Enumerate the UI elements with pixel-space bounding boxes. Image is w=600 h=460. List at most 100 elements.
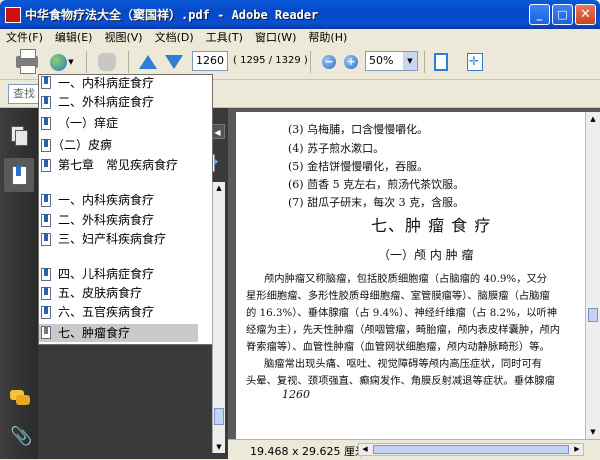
paperclip-icon[interactable]: 📎	[10, 426, 32, 447]
fit-page-button[interactable]	[430, 50, 452, 74]
bookmark-item[interactable]: 三、妇产科疾病食疗	[39, 231, 198, 264]
arrow-up-icon	[139, 55, 157, 69]
page-number-input[interactable]: 1260	[192, 51, 228, 71]
zoom-value: 50%	[369, 54, 394, 67]
scroll-thumb[interactable]	[588, 308, 598, 322]
bookmark-icon	[41, 76, 51, 89]
bookmark-icon	[41, 233, 51, 246]
paragraph-line: 脊索瘤等）、血管性肿瘤（血管网状细胞瘤，颅内动静脉畸形）等。	[246, 341, 550, 353]
menu-document[interactable]: 文档(D)	[149, 29, 200, 45]
fit-window-button[interactable]	[464, 50, 486, 74]
pages-icon[interactable]	[10, 126, 28, 146]
scroll-up-icon[interactable]: ▲	[213, 182, 225, 194]
scroll-thumb[interactable]	[373, 445, 569, 454]
page-footer-number: 1260	[282, 388, 310, 401]
document-scrollbar[interactable]: ▲ ▼	[585, 112, 600, 439]
globe-icon	[50, 53, 68, 71]
hand-tool-button[interactable]	[94, 50, 120, 74]
page-dimensions: 19.468 x 29.625 厘米	[250, 445, 366, 458]
bookmark-icon	[41, 326, 51, 339]
page-count: ( 1295 / 1329 )	[233, 55, 308, 66]
bookmark-item[interactable]: 一、内科疾病食疗	[39, 192, 198, 209]
paragraph-line: 经瘤为主），先天性肿瘤（颅咽管瘤，畸胎瘤，颅内表皮样囊肿，颅内	[246, 324, 561, 336]
previous-page-button[interactable]	[138, 50, 158, 74]
bookmark-icon	[41, 194, 51, 207]
navigation-rail: 📎	[0, 108, 38, 459]
bookmarks-scrollbar[interactable]: ▲ ▼	[212, 182, 225, 453]
text-line: (3) 乌梅脯，口含慢慢嚼化。	[288, 123, 429, 136]
title-bar: 中华食物疗法大全（窦国祥）.pdf - Adobe Reader _ □ ✕	[0, 0, 600, 29]
scroll-down-icon[interactable]: ▼	[586, 425, 600, 439]
scroll-up-icon[interactable]: ▲	[586, 112, 600, 126]
bookmark-item[interactable]: 二、外科疾病食疗	[39, 212, 198, 229]
chevron-down-icon: ▼	[68, 58, 74, 66]
menu-view[interactable]: 视图(V)	[98, 29, 148, 45]
bookmark-list: 一、内科病症食疗 二、外科病症食疗 （一）痒症 （二）皮痹 第七章 常见疾病食疗…	[38, 74, 213, 345]
bookmark-icon	[41, 306, 51, 319]
menu-tools[interactable]: 工具(T)	[200, 29, 249, 45]
pdf-page: (3) 乌梅脯，口含慢慢嚼化。 (4) 苏子煎水漱口。 (5) 金桔饼慢慢嚼化，…	[236, 112, 585, 439]
paragraph-line: 头晕、复视、颈项强直、癫痫发作、角膜反射减退等症状。垂体腺瘤	[246, 375, 555, 387]
toolbar-separator	[128, 51, 129, 73]
document-pane: (3) 乌梅脯，口含慢慢嚼化。 (4) 苏子煎水漱口。 (5) 金桔饼慢慢嚼化，…	[228, 108, 600, 459]
find-placeholder: 查找	[13, 87, 35, 100]
close-button[interactable]: ✕	[575, 4, 596, 25]
scroll-down-icon[interactable]: ▼	[213, 441, 225, 453]
horizontal-scrollbar[interactable]: ◀ ▶	[358, 443, 584, 456]
section-heading: （一）颅 内 肿 瘤	[378, 248, 474, 262]
new-bookmark-icon: ✦	[212, 158, 220, 168]
bookmark-item[interactable]: 第七章 常见疾病食疗	[39, 157, 198, 190]
hand-icon	[98, 53, 116, 71]
fit-window-icon	[467, 53, 483, 71]
text-line: (6) 茴香 5 克左右，煎汤代茶饮服。	[288, 178, 465, 191]
bookmark-item[interactable]: （一）痒症	[39, 115, 198, 132]
bookmark-item[interactable]: 五、皮肤病食疗	[39, 285, 198, 302]
bookmark-item[interactable]: 六、五官疾病食疗	[39, 304, 198, 321]
bookmark-item[interactable]: 一、内科病症食疗	[39, 75, 198, 92]
chapter-heading: 七、肿 瘤 食 疗	[371, 216, 492, 235]
text-line: (4) 苏子煎水漱口。	[288, 142, 385, 155]
chevron-down-icon: ▼	[403, 52, 417, 70]
paragraph-line: 星形细胞瘤、多形性胶质母细胞瘤、室管膜瘤等）、脑膜瘤（占脑瘤	[246, 290, 550, 302]
menu-file[interactable]: 文件(F)	[0, 29, 49, 45]
next-page-button[interactable]	[164, 50, 184, 74]
bookmark-item[interactable]: 四、儿科病症食疗	[39, 266, 198, 283]
zoom-in-button[interactable]: +	[342, 50, 360, 74]
bookmark-icon	[41, 159, 51, 172]
arrow-down-icon	[165, 55, 183, 69]
bookmark-icon	[41, 117, 51, 130]
minimize-button[interactable]: _	[529, 4, 550, 25]
zoom-in-icon: +	[344, 55, 358, 69]
menu-window[interactable]: 窗口(W)	[249, 29, 302, 45]
bookmark-item[interactable]: （二）皮痹	[39, 137, 198, 154]
zoom-select[interactable]: 50% ▼	[365, 51, 418, 71]
zoom-out-button[interactable]: −	[320, 50, 338, 74]
bookmark-icon	[41, 96, 51, 109]
window-title: 中华食物疗法大全（窦国祥）.pdf - Adobe Reader	[25, 8, 319, 22]
bookmark-icon	[41, 214, 51, 227]
toolbar-separator	[86, 51, 87, 73]
toolbar-separator	[424, 51, 425, 73]
scroll-right-icon[interactable]: ▶	[571, 444, 583, 455]
maximize-button[interactable]: □	[552, 4, 573, 25]
adobe-reader-icon	[5, 6, 21, 23]
menu-edit[interactable]: 编辑(E)	[49, 29, 99, 45]
menu-bar: 文件(F) 编辑(E) 视图(V) 文档(D) 工具(T) 窗口(W) 帮助(H…	[0, 29, 600, 45]
menu-help[interactable]: 帮助(H)	[302, 29, 353, 45]
bookmark-item[interactable]: 二、外科病症食疗	[39, 94, 198, 111]
bookmark-item-selected[interactable]: 七、肿瘤食疗	[39, 324, 198, 342]
text-line: (5) 金桔饼慢慢嚼化，吞服。	[288, 160, 429, 173]
window-controls: _ □ ✕	[529, 4, 596, 25]
bookmark-icon	[41, 268, 51, 281]
toolbar-separator	[310, 51, 311, 73]
bookmarks-icon[interactable]	[10, 166, 28, 186]
text-line: (7) 甜瓜子研末，每次 3 克，含服。	[288, 196, 465, 209]
print-button[interactable]	[14, 49, 40, 74]
fit-page-icon	[434, 53, 448, 71]
comments-icon[interactable]	[10, 390, 30, 410]
status-bar: 19.468 x 29.625 厘米 ◀ ▶	[228, 439, 600, 460]
scroll-left-icon[interactable]: ◀	[359, 444, 371, 455]
scroll-thumb[interactable]	[214, 408, 224, 425]
paragraph-line: 的 16.3%）、垂体腺瘤（占 9.4%）、神经纤维瘤（占 8.2%，以听神	[246, 307, 558, 319]
share-button[interactable]: ▼	[47, 50, 77, 74]
